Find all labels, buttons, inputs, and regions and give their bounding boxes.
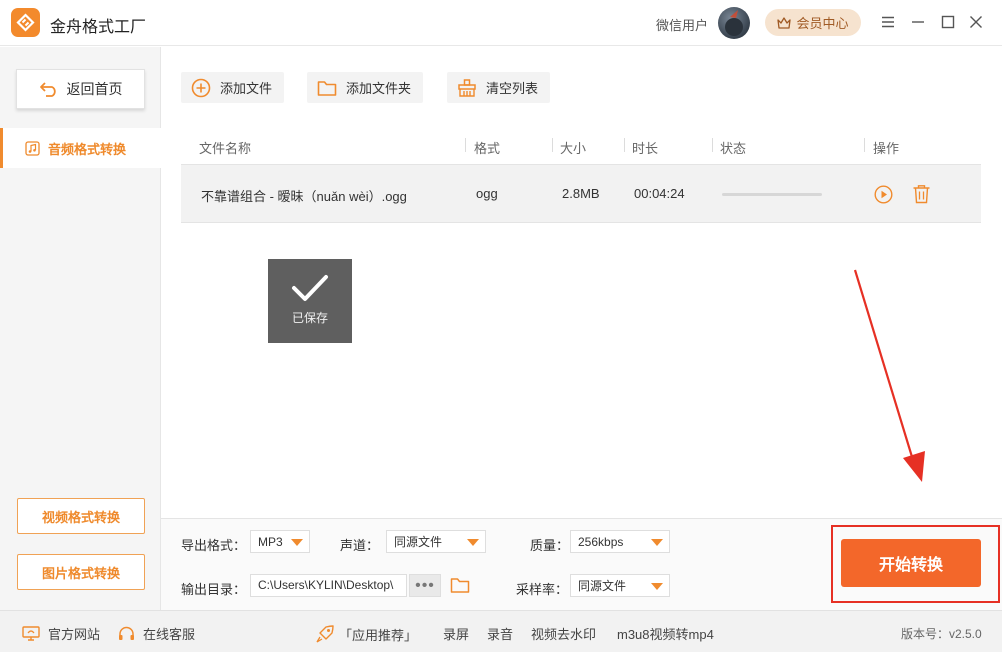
sidebar-item-audio-convert[interactable]: 音频格式转换 xyxy=(0,128,161,168)
clear-list-label: 清空列表 xyxy=(486,81,539,96)
chevron-down-icon xyxy=(651,539,663,546)
title-bar: 金舟格式工厂 微信用户 会员中心 xyxy=(0,0,1002,46)
checkmark-icon xyxy=(292,275,328,301)
chevron-down-icon xyxy=(651,583,663,590)
app-recommend-link[interactable]: 「应用推荐」 xyxy=(315,624,417,644)
add-file-button[interactable]: 添加文件 xyxy=(181,72,285,103)
footer: 官方网站 在线客服 「应用推荐」 录屏 录音 视频去水印 m3u8视频转mp4 … xyxy=(0,610,1002,652)
video-convert-button[interactable]: 视频格式转换 xyxy=(17,498,145,534)
footer-link-watermark-remove[interactable]: 视频去水印 xyxy=(531,624,596,643)
crown-icon xyxy=(777,16,792,29)
export-format-label: 导出格式： xyxy=(181,538,247,553)
file-size: 2.8MB xyxy=(562,186,600,201)
online-service-link[interactable]: 在线客服 xyxy=(118,624,195,643)
app-title: 金舟格式工厂 xyxy=(50,19,147,36)
online-service-label: 在线客服 xyxy=(143,627,196,642)
column-header-actions: 操作 xyxy=(873,141,900,156)
export-format-value: MP3 xyxy=(258,534,283,549)
start-convert-button[interactable]: 开始转换 xyxy=(841,539,981,587)
footer-link-m3u8-to-mp4[interactable]: m3u8视频转mp4 xyxy=(617,624,714,643)
close-icon[interactable] xyxy=(966,12,986,32)
quality-select[interactable]: 256kbps xyxy=(570,530,670,553)
minimize-icon[interactable] xyxy=(908,12,928,32)
column-divider xyxy=(712,138,713,152)
file-duration: 00:04:24 xyxy=(634,186,685,201)
channel-label: 声道： xyxy=(340,538,380,553)
chevron-down-icon xyxy=(291,539,303,546)
image-convert-button[interactable]: 图片格式转换 xyxy=(17,554,145,590)
add-file-label: 添加文件 xyxy=(220,81,273,96)
back-arrow-icon xyxy=(39,82,56,97)
add-folder-label: 添加文件夹 xyxy=(346,81,412,96)
column-divider xyxy=(864,138,865,152)
browse-path-button[interactable]: ••• xyxy=(409,574,441,597)
footer-link-screen-record[interactable]: 录屏 xyxy=(443,624,469,643)
export-format-select[interactable]: MP3 xyxy=(250,530,310,553)
music-icon xyxy=(25,140,40,156)
plus-circle-icon xyxy=(191,78,211,97)
headset-icon xyxy=(119,626,134,640)
column-header-format: 格式 xyxy=(474,141,501,156)
annotation-arrow xyxy=(853,269,925,482)
file-table-header: 文件名称 格式 大小 时长 状态 操作 xyxy=(181,130,981,160)
column-divider xyxy=(465,138,466,152)
open-folder-icon[interactable] xyxy=(450,576,470,594)
file-name: 不靠谱组合 - 暧昧（nuǎn wèi）.ogg xyxy=(201,189,407,204)
sample-rate-label: 采样率： xyxy=(516,582,569,597)
channel-value: 同源文件 xyxy=(394,535,443,549)
sample-rate-select[interactable]: 同源文件 xyxy=(570,574,670,597)
username[interactable]: 微信用户 xyxy=(656,15,708,34)
output-dir-input[interactable]: C:\Users\KYLIN\Desktop\ xyxy=(250,574,407,597)
sidebar-item-label: 音频格式转换 xyxy=(48,141,127,157)
footer-link-audio-record[interactable]: 录音 xyxy=(487,624,513,643)
channel-select[interactable]: 同源文件 xyxy=(386,530,486,553)
quality-label: 质量： xyxy=(530,538,570,553)
vip-label: 会员中心 xyxy=(796,16,849,31)
folder-icon xyxy=(317,80,337,96)
avatar[interactable] xyxy=(718,7,750,39)
quality-value: 256kbps xyxy=(578,534,624,549)
broom-icon xyxy=(458,78,476,97)
conversion-progress-bar xyxy=(722,193,822,196)
version-label: 版本号：v2.5.0 xyxy=(901,627,982,641)
column-header-duration: 时长 xyxy=(632,141,659,156)
rocket-icon xyxy=(316,625,334,643)
column-divider xyxy=(624,138,625,152)
table-row[interactable]: 不靠谱组合 - 暧昧（nuǎn wèi）.ogg ogg 2.8MB 00:04… xyxy=(181,164,981,223)
menu-icon[interactable] xyxy=(878,12,898,32)
app-logo-icon xyxy=(11,8,40,37)
add-folder-button[interactable]: 添加文件夹 xyxy=(307,72,424,103)
monitor-icon xyxy=(22,626,40,641)
sample-rate-value: 同源文件 xyxy=(578,579,627,593)
maximize-icon[interactable] xyxy=(938,12,958,32)
official-site-label: 官方网站 xyxy=(48,627,101,642)
clear-list-button[interactable]: 清空列表 xyxy=(447,72,551,103)
play-icon[interactable] xyxy=(874,185,893,204)
back-home-label: 返回首页 xyxy=(66,81,123,97)
column-header-size: 大小 xyxy=(560,141,587,156)
chevron-down-icon xyxy=(467,539,479,546)
column-header-status: 状态 xyxy=(720,141,747,156)
official-site-link[interactable]: 官方网站 xyxy=(22,624,100,643)
sidebar: 返回首页 音频格式转换 视频格式转换 图片格式转换 xyxy=(0,47,161,610)
vip-center-button[interactable]: 会员中心 xyxy=(765,9,861,36)
saved-label: 已保存 xyxy=(291,311,328,325)
back-home-button[interactable]: 返回首页 xyxy=(16,69,145,109)
saved-toast: 已保存 xyxy=(268,259,352,343)
file-format: ogg xyxy=(476,186,498,201)
output-dir-label: 输出目录： xyxy=(181,582,247,597)
column-divider xyxy=(552,138,553,152)
column-header-name: 文件名称 xyxy=(199,141,252,156)
app-recommend-label: 「应用推荐」 xyxy=(339,627,418,643)
delete-icon[interactable] xyxy=(912,184,931,204)
